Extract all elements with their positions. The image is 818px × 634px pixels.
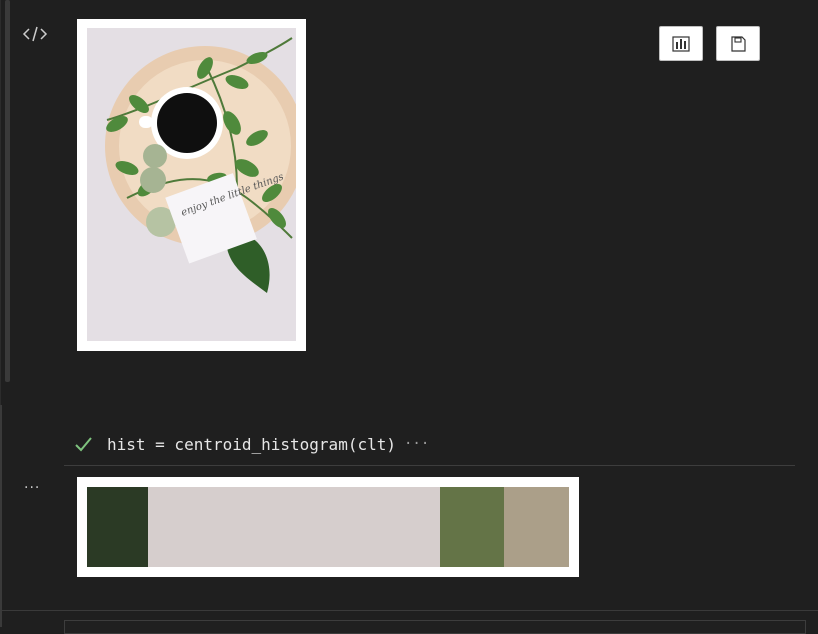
more-options[interactable]: ··· [404, 436, 429, 452]
bar-chart-icon [672, 35, 690, 52]
histogram-segment-4 [504, 487, 569, 567]
cell-code[interactable]: hist = centroid_histogram(clt) [107, 435, 396, 454]
color-histogram-bar [87, 487, 569, 567]
histogram-segment-3 [440, 487, 505, 567]
output-image: enjoy the little things [77, 19, 306, 351]
next-cell-input[interactable] [64, 620, 806, 634]
photo: enjoy the little things [87, 28, 296, 341]
histogram-segment-1 [87, 487, 149, 567]
output-more-icon[interactable]: ··· [24, 480, 40, 496]
code-cell-summary[interactable]: hist = centroid_histogram(clt) ··· [73, 432, 429, 456]
bottom-divider [0, 610, 818, 611]
gutter-edge-lower [0, 405, 2, 627]
cell-divider [64, 465, 795, 466]
photo-illustration: enjoy the little things [87, 28, 296, 341]
histogram-segment-2 [148, 487, 441, 567]
chart-button[interactable] [659, 26, 703, 61]
save-icon [731, 35, 746, 52]
checkmark-icon [75, 437, 92, 452]
save-button[interactable] [716, 26, 760, 61]
scroll-rail[interactable] [5, 0, 10, 382]
histogram-output [77, 477, 579, 577]
code-icon[interactable] [22, 24, 48, 44]
